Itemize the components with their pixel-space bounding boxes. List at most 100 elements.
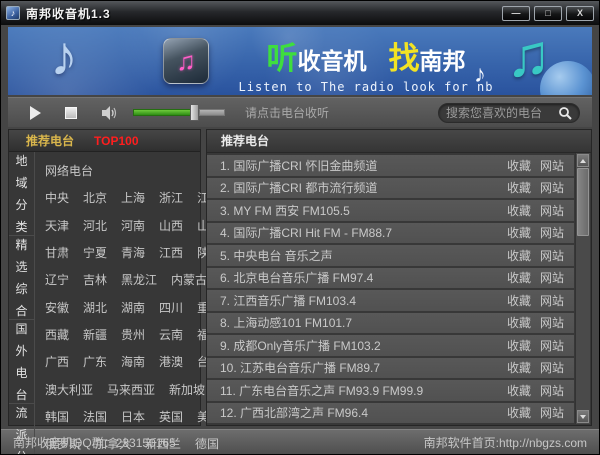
website-link[interactable]: 网站 bbox=[540, 404, 564, 421]
station-row[interactable]: 12. 广西北部湾之声 FM96.4收藏网站 bbox=[207, 403, 574, 424]
favorite-link[interactable]: 收藏 bbox=[507, 337, 531, 354]
favorite-link[interactable]: 收藏 bbox=[507, 292, 531, 309]
region-link[interactable]: 山西 bbox=[159, 217, 183, 234]
search-box[interactable] bbox=[438, 103, 580, 123]
volume-handle[interactable] bbox=[190, 104, 199, 121]
region-link[interactable]: 吉林 bbox=[83, 271, 107, 288]
region-link[interactable]: 日本 bbox=[121, 408, 145, 425]
favorite-link[interactable]: 收藏 bbox=[507, 404, 531, 421]
favorite-link[interactable]: 收藏 bbox=[507, 359, 531, 376]
website-link[interactable]: 网站 bbox=[540, 314, 564, 331]
website-link[interactable]: 网站 bbox=[540, 179, 564, 196]
region-link[interactable]: 四川 bbox=[159, 299, 183, 316]
category-item-2[interactable]: 国外电台 bbox=[9, 320, 34, 404]
region-link[interactable]: 马来西亚 bbox=[107, 381, 155, 398]
region-link[interactable]: 河北 bbox=[83, 217, 107, 234]
region-link[interactable]: 宁夏 bbox=[83, 244, 107, 261]
category-item-0[interactable]: 地域分类 bbox=[9, 152, 34, 236]
website-link[interactable]: 网站 bbox=[540, 359, 564, 376]
website-link[interactable]: 网站 bbox=[540, 269, 564, 286]
station-row[interactable]: 8. 上海动感101 FM101.7收藏网站 bbox=[207, 313, 574, 334]
region-link[interactable]: 辽宁 bbox=[45, 271, 69, 288]
region-link[interactable]: 上海 bbox=[121, 189, 145, 206]
region-link[interactable]: 法国 bbox=[83, 408, 107, 425]
region-link[interactable]: 韩国 bbox=[45, 408, 69, 425]
station-row[interactable]: 7. 江西音乐广播 FM103.4收藏网站 bbox=[207, 290, 574, 311]
region-link[interactable]: 河南 bbox=[121, 217, 145, 234]
tab-recommended[interactable]: 推荐电台 bbox=[26, 132, 74, 149]
region-link[interactable]: 网络电台 bbox=[45, 162, 93, 179]
website-link[interactable]: 网站 bbox=[540, 382, 564, 399]
maximize-button[interactable]: □ bbox=[534, 6, 562, 21]
category-char: 外 bbox=[15, 342, 27, 359]
region-link[interactable]: 内蒙古 bbox=[171, 271, 207, 288]
region-link[interactable]: 黑龙江 bbox=[121, 271, 157, 288]
region-link[interactable]: 湖南 bbox=[121, 299, 145, 316]
app-icon: ♪ bbox=[6, 6, 20, 20]
region-link[interactable]: 港澳 bbox=[159, 353, 183, 370]
region-link[interactable]: 浙江 bbox=[159, 189, 183, 206]
region-link[interactable]: 中央 bbox=[45, 189, 69, 206]
station-row[interactable]: 5. 中央电台 音乐之声收藏网站 bbox=[207, 245, 574, 266]
favorite-link[interactable]: 收藏 bbox=[507, 314, 531, 331]
minimize-button[interactable]: — bbox=[502, 6, 530, 21]
region-link[interactable]: 澳大利亚 bbox=[45, 381, 93, 398]
region-link[interactable]: 新疆 bbox=[83, 326, 107, 343]
banner-word-brand: 南邦 bbox=[420, 48, 466, 74]
region-link[interactable]: 广东 bbox=[83, 353, 107, 370]
region-link[interactable]: 江西 bbox=[159, 244, 183, 261]
homepage-link[interactable]: 南邦软件首页:http://nbgzs.com bbox=[424, 434, 587, 451]
station-row[interactable]: 2. 国际广播CRI 都市流行频道收藏网站 bbox=[207, 178, 574, 199]
play-button[interactable] bbox=[30, 106, 41, 120]
category-char: 合 bbox=[15, 302, 27, 319]
tab-top100[interactable]: TOP100 bbox=[94, 134, 138, 148]
website-link[interactable]: 网站 bbox=[540, 157, 564, 174]
favorite-link[interactable]: 收藏 bbox=[507, 247, 531, 264]
search-input[interactable] bbox=[446, 106, 558, 120]
stop-button[interactable] bbox=[65, 107, 77, 119]
favorite-link[interactable]: 收藏 bbox=[507, 269, 531, 286]
station-row-links: 收藏网站 bbox=[507, 359, 564, 376]
station-row[interactable]: 4. 国际广播CRI Hit FM - FM88.7收藏网站 bbox=[207, 223, 574, 244]
region-link[interactable]: 湖北 bbox=[83, 299, 107, 316]
website-link[interactable]: 网站 bbox=[540, 292, 564, 309]
scroll-thumb[interactable] bbox=[577, 168, 589, 236]
website-link[interactable]: 网站 bbox=[540, 224, 564, 241]
region-link[interactable]: 德国 bbox=[195, 435, 219, 452]
region-link[interactable]: 甘肃 bbox=[45, 244, 69, 261]
region-link[interactable]: 贵州 bbox=[121, 326, 145, 343]
website-link[interactable]: 网站 bbox=[540, 337, 564, 354]
scroll-up-button[interactable] bbox=[577, 154, 589, 167]
favorite-link[interactable]: 收藏 bbox=[507, 382, 531, 399]
favorite-link[interactable]: 收藏 bbox=[507, 224, 531, 241]
region-link[interactable]: 广西 bbox=[45, 353, 69, 370]
station-row[interactable]: 11. 广东电台音乐之声 FM93.9 FM99.9收藏网站 bbox=[207, 380, 574, 401]
category-item-1[interactable]: 精选综合 bbox=[9, 236, 34, 320]
region-link[interactable]: 天津 bbox=[45, 217, 69, 234]
search-icon[interactable] bbox=[558, 106, 572, 120]
station-row[interactable]: 3. MY FM 西安 FM105.5收藏网站 bbox=[207, 200, 574, 221]
volume-icon[interactable] bbox=[101, 105, 119, 121]
region-link[interactable]: 海南 bbox=[121, 353, 145, 370]
favorite-link[interactable]: 收藏 bbox=[507, 202, 531, 219]
favorite-link[interactable]: 收藏 bbox=[507, 157, 531, 174]
website-link[interactable]: 网站 bbox=[540, 247, 564, 264]
region-link[interactable]: 青海 bbox=[121, 244, 145, 261]
scroll-down-button[interactable] bbox=[577, 410, 589, 423]
website-link[interactable]: 网站 bbox=[540, 202, 564, 219]
region-link[interactable]: 西藏 bbox=[45, 326, 69, 343]
scrollbar[interactable] bbox=[575, 153, 590, 424]
region-link[interactable]: 新加坡 bbox=[169, 381, 205, 398]
favorite-link[interactable]: 收藏 bbox=[507, 179, 531, 196]
station-row[interactable]: 6. 北京电台音乐广播 FM97.4收藏网站 bbox=[207, 268, 574, 289]
volume-slider[interactable] bbox=[133, 104, 225, 121]
station-row[interactable]: 9. 成都Only音乐广播 FM103.2收藏网站 bbox=[207, 335, 574, 356]
scroll-track[interactable] bbox=[576, 236, 590, 409]
region-link[interactable]: 北京 bbox=[83, 189, 107, 206]
station-row[interactable]: 10. 江苏电台音乐广播 FM89.7收藏网站 bbox=[207, 358, 574, 379]
close-button[interactable]: X bbox=[566, 6, 594, 21]
region-link[interactable]: 云南 bbox=[159, 326, 183, 343]
region-link[interactable]: 英国 bbox=[159, 408, 183, 425]
region-link[interactable]: 安徽 bbox=[45, 299, 69, 316]
station-row[interactable]: 1. 国际广播CRI 怀旧金曲频道收藏网站 bbox=[207, 155, 574, 176]
